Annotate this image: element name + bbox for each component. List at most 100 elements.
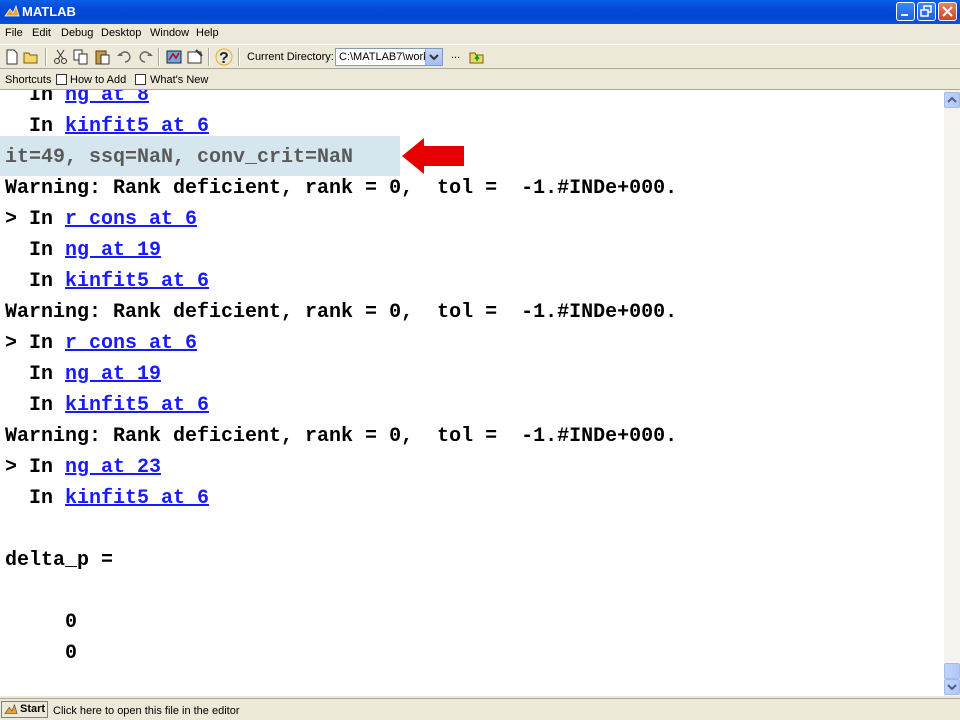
console-line: 0 <box>5 642 77 666</box>
start-label: Start <box>20 703 46 715</box>
matlab-logo-icon <box>4 4 20 17</box>
menu-help[interactable]: Help <box>196 27 219 39</box>
toolbar-separator <box>208 48 210 66</box>
highlighted-iteration-line: it=49, ssq=NaN, conv_crit=NaN <box>5 146 354 169</box>
status-message: Click here to open this file in the edit… <box>53 705 240 717</box>
stack-trace-link[interactable]: ng at 19 <box>65 239 161 262</box>
menu-desktop[interactable]: Desktop <box>101 27 141 39</box>
copy-icon[interactable] <box>72 48 90 66</box>
close-icon <box>942 6 953 17</box>
matlab-logo-icon <box>4 703 18 714</box>
restore-icon <box>920 5 932 17</box>
maximize-button[interactable] <box>917 2 936 21</box>
help-icon[interactable]: ? <box>215 48 233 66</box>
menu-bar: File Edit Debug Desktop Window Help <box>0 24 960 44</box>
console-line: In ng at 19 <box>5 239 161 263</box>
stack-trace-link[interactable]: r_cons at 6 <box>65 332 197 355</box>
console-line-prefix: In <box>5 394 66 417</box>
toolbar-separator <box>158 48 160 66</box>
chevron-down-icon <box>429 54 439 61</box>
scroll-down-button[interactable] <box>944 679 960 695</box>
minimize-icon <box>901 14 908 16</box>
menu-file[interactable]: File <box>5 27 23 39</box>
cut-icon[interactable] <box>52 48 70 66</box>
scroll-thumb[interactable] <box>944 663 960 679</box>
svg-text:?: ? <box>219 50 229 66</box>
minimize-button[interactable] <box>896 2 915 21</box>
console-line: In kinfit5 at 6 <box>5 487 209 511</box>
console-line: In kinfit5 at 6 <box>5 115 209 139</box>
menu-edit[interactable]: Edit <box>32 27 51 39</box>
console-line: In ng at 8 <box>5 90 149 108</box>
console-line-prefix: In <box>5 363 66 386</box>
console-line-prefix: In <box>5 270 66 293</box>
shortcut-whats-new[interactable]: What's New <box>150 74 208 86</box>
start-button[interactable]: Start <box>1 701 48 718</box>
console-line: > In r_cons at 6 <box>5 332 197 356</box>
console-line-text: 0 <box>5 642 78 665</box>
console-line: Warning: Rank deficient, rank = 0, tol =… <box>5 425 677 449</box>
console-line-prefix: In <box>5 115 66 138</box>
console-line-prefix: > In <box>5 456 66 479</box>
open-folder-icon[interactable] <box>22 48 40 66</box>
paste-icon[interactable] <box>94 48 112 66</box>
console-line-text: Warning: Rank deficient, rank = 0, tol =… <box>5 425 678 448</box>
console-line: delta_p = <box>5 549 113 573</box>
red-arrow-annotation <box>402 138 464 174</box>
guide-icon[interactable] <box>186 48 204 66</box>
menu-debug[interactable]: Debug <box>61 27 93 39</box>
chevron-down-icon <box>947 684 957 691</box>
current-directory-input[interactable]: C:\MATLAB7\work <box>335 48 443 66</box>
toolbar-separator <box>45 48 47 66</box>
shortcuts-label: Shortcuts <box>5 74 52 86</box>
command-window[interactable]: In ng at 8 In kinfit5 at 6 it=49, ssq=NaN… <box>0 90 944 696</box>
console-line: In ng at 19 <box>5 363 161 387</box>
title-bar: MATLAB <box>0 0 960 24</box>
new-file-icon[interactable] <box>3 48 21 66</box>
stack-trace-link[interactable]: ng at 8 <box>65 90 149 107</box>
console-line-prefix: > In <box>5 208 66 231</box>
window-title: MATLAB <box>22 4 76 19</box>
console-line: Warning: Rank deficient, rank = 0, tol =… <box>5 177 677 201</box>
stack-trace-link[interactable]: kinfit5 at 6 <box>65 270 209 293</box>
stack-trace-link[interactable]: kinfit5 at 6 <box>65 487 209 510</box>
console-line: In kinfit5 at 6 <box>5 394 209 418</box>
console-line-text: Warning: Rank deficient, rank = 0, tol =… <box>5 301 678 324</box>
vertical-scrollbar[interactable] <box>944 90 960 696</box>
scroll-up-button[interactable] <box>944 92 960 108</box>
chevron-up-icon <box>947 96 957 103</box>
simulink-icon[interactable] <box>165 48 183 66</box>
stack-trace-link[interactable]: ng at 23 <box>65 456 161 479</box>
undo-icon[interactable] <box>116 48 134 66</box>
stack-trace-link[interactable]: ng at 19 <box>65 363 161 386</box>
console-line-prefix: In <box>5 487 66 510</box>
console-line: In kinfit5 at 6 <box>5 270 209 294</box>
console-line-text: 0 <box>5 611 78 634</box>
console-line-text: Warning: Rank deficient, rank = 0, tol =… <box>5 177 678 200</box>
redo-icon[interactable] <box>136 48 154 66</box>
toolbar: ? Current Directory: C:\MATLAB7\work ... <box>0 44 960 69</box>
stack-trace-link[interactable]: kinfit5 at 6 <box>65 115 209 138</box>
shortcut-how-to-add[interactable]: How to Add <box>70 74 126 86</box>
console-line-text: delta_p = <box>5 549 114 572</box>
console-line: 0 <box>5 611 77 635</box>
shortcut-icon <box>56 74 67 85</box>
close-button[interactable] <box>938 2 957 21</box>
folder-up-icon[interactable] <box>468 48 486 66</box>
stack-trace-link[interactable]: kinfit5 at 6 <box>65 394 209 417</box>
toolbar-separator <box>238 48 240 66</box>
menu-window[interactable]: Window <box>150 27 189 39</box>
console-line: Warning: Rank deficient, rank = 0, tol =… <box>5 301 677 325</box>
current-directory-dropdown[interactable] <box>425 49 442 65</box>
console-line-prefix: > In <box>5 332 66 355</box>
console-line: it=49, ssq=NaN, conv_crit=NaN <box>5 146 353 170</box>
shortcuts-bar: Shortcuts How to Add What's New <box>0 70 960 90</box>
console-line: > In r_cons at 6 <box>5 208 197 232</box>
console-line-prefix: In <box>5 90 66 107</box>
current-directory-label: Current Directory: <box>247 51 334 63</box>
status-bar: Start Click here to open this file in th… <box>0 698 960 720</box>
current-directory-value: C:\MATLAB7\work <box>339 51 429 63</box>
console-line: > In ng at 23 <box>5 456 161 480</box>
browse-directory-button[interactable]: ... <box>451 49 460 61</box>
stack-trace-link[interactable]: r_cons at 6 <box>65 208 197 231</box>
